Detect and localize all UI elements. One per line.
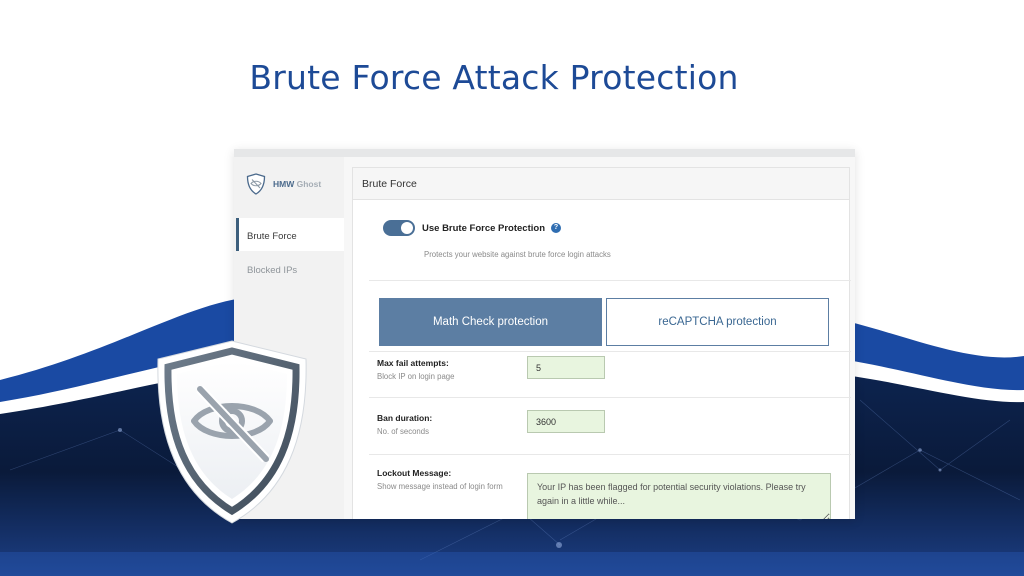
brand: HMW Ghost	[246, 173, 321, 195]
brute-force-toggle-row: Use Brute Force Protection ?	[383, 220, 561, 236]
toggle-description: Protects your website against brute forc…	[424, 250, 611, 259]
card-title: Brute Force	[353, 168, 849, 200]
main-panel: Brute Force Use Brute Force Protection ?…	[344, 157, 855, 519]
settings-card: Brute Force Use Brute Force Protection ?…	[352, 167, 851, 519]
brand-name-suffix: Ghost	[296, 179, 322, 189]
max-fail-sublabel: Block IP on login page	[377, 372, 455, 381]
brand-name-primary: HMW	[273, 179, 295, 189]
divider	[369, 397, 851, 398]
sidebar-item-blocked-ips[interactable]: Blocked IPs	[236, 252, 344, 285]
lockout-message-label: Lockout Message:	[377, 468, 452, 478]
lockout-message-sublabel: Show message instead of login form	[377, 482, 503, 491]
brute-force-toggle[interactable]	[383, 220, 415, 236]
tab-recaptcha[interactable]: reCAPTCHA protection	[606, 298, 829, 346]
app-top-bar	[234, 149, 855, 157]
max-fail-input[interactable]	[527, 356, 605, 379]
toggle-label: Use Brute Force Protection	[422, 222, 545, 234]
eye-slash-shield-icon	[157, 340, 307, 524]
divider	[369, 280, 851, 281]
shield-eye-slash-icon	[246, 173, 266, 195]
divider	[369, 454, 851, 455]
ban-duration-input[interactable]	[527, 410, 605, 433]
question-circle-icon[interactable]: ?	[551, 223, 561, 233]
tab-math-check[interactable]: Math Check protection	[379, 298, 602, 346]
page-headline: Brute Force Attack Protection	[249, 58, 739, 97]
sidebar-item-brute-force[interactable]: Brute Force	[236, 218, 344, 251]
divider	[369, 351, 851, 352]
lockout-message-textarea[interactable]: Your IP has been flagged for potential s…	[527, 473, 831, 519]
ban-duration-sublabel: No. of seconds	[377, 427, 430, 436]
brand-name: HMW Ghost	[273, 179, 321, 189]
app-window: HMW Ghost Brute Force Blocked IPs Brute …	[234, 149, 855, 519]
ban-duration-label: Ban duration:	[377, 413, 433, 423]
max-fail-label: Max fail attempts:	[377, 358, 449, 368]
